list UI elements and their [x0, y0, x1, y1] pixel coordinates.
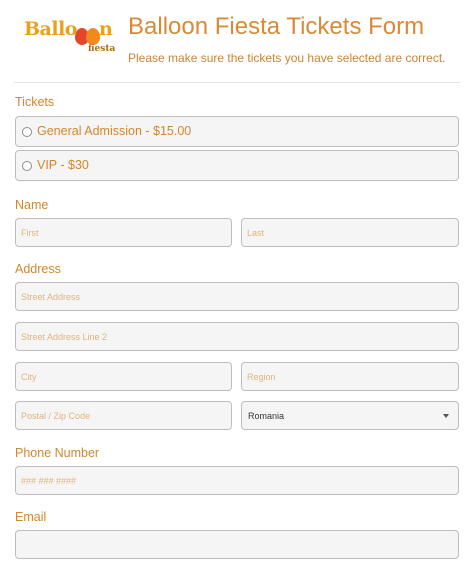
- form-header: Ballo n fiesta Balloon Fiesta Tickets Fo…: [0, 0, 474, 84]
- orange-balloon-icon: [86, 28, 100, 45]
- region-input[interactable]: [241, 362, 459, 391]
- ticket-option-label: General Admission - $15.00: [37, 124, 192, 138]
- chevron-down-icon: [443, 414, 449, 418]
- ticket-option-general-admission[interactable]: General Admission - $15.00: [15, 116, 459, 147]
- balloon-fiesta-logo: Ballo n fiesta: [24, 14, 116, 58]
- phone-number-input[interactable]: [15, 466, 459, 495]
- ticket-option-label: VIP - $30: [37, 158, 89, 172]
- address-label: Address: [15, 262, 61, 276]
- logo-word: Ballo: [24, 18, 77, 40]
- email-label: Email: [15, 510, 47, 524]
- radio-button[interactable]: [22, 127, 32, 137]
- last-name-input[interactable]: [241, 218, 459, 247]
- name-label: Name: [15, 198, 49, 212]
- radio-button[interactable]: [22, 161, 32, 171]
- country-select[interactable]: Romania: [241, 401, 459, 430]
- page-title: Balloon Fiesta Tickets Form: [128, 13, 425, 40]
- logo-word-end: n: [99, 18, 113, 40]
- logo-subtext: fiesta: [88, 44, 116, 54]
- street-address-line2-input[interactable]: [15, 322, 459, 351]
- header-divider: [14, 82, 460, 83]
- tickets-label: Tickets: [15, 95, 55, 109]
- city-input[interactable]: [15, 362, 232, 391]
- email-input[interactable]: [15, 530, 459, 559]
- page-subtitle: Please make sure the tickets you have se…: [128, 51, 446, 65]
- street-address-input[interactable]: [15, 282, 459, 311]
- postal-code-input[interactable]: [15, 401, 232, 430]
- country-select-value: Romania: [248, 411, 285, 421]
- phone-label: Phone Number: [15, 446, 100, 460]
- ticket-option-vip[interactable]: VIP - $30: [15, 150, 459, 181]
- first-name-input[interactable]: [15, 218, 232, 247]
